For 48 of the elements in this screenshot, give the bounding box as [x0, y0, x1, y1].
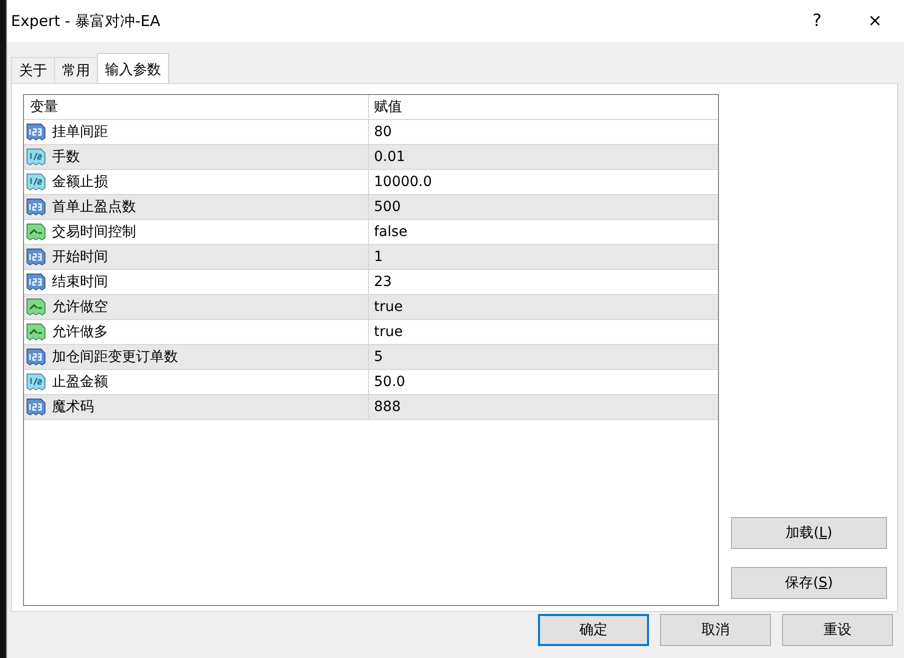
fraction-icon	[26, 148, 46, 166]
save-button[interactable]: 保存(S)	[731, 567, 887, 599]
integer-icon	[26, 398, 46, 416]
variable-name: 允许做空	[52, 298, 108, 316]
fraction-icon	[26, 373, 46, 391]
variable-name: 开始时间	[52, 248, 108, 266]
integer-icon	[26, 198, 46, 216]
variable-value[interactable]: false	[374, 224, 408, 240]
tab[interactable]: 关于	[11, 57, 55, 83]
close-button[interactable]: ×	[846, 0, 904, 42]
variable-name: 首单止盈点数	[52, 198, 136, 216]
variable-name: 结束时间	[52, 273, 108, 291]
fraction-icon	[26, 173, 46, 191]
variable-name: 交易时间控制	[52, 223, 136, 241]
integer-icon	[26, 248, 46, 266]
tab[interactable]: 输入参数	[97, 53, 169, 83]
variable-name: 金额止损	[52, 173, 108, 191]
variable-name: 魔术码	[52, 398, 94, 416]
variable-name: 挂单间距	[52, 123, 108, 141]
variable-value[interactable]: 50.0	[374, 374, 406, 390]
toggle-icon	[26, 298, 46, 316]
variable-value[interactable]: 23	[374, 274, 392, 290]
variable-value[interactable]: 80	[374, 124, 392, 140]
integer-icon	[26, 348, 46, 366]
column-header[interactable]: 赋值	[369, 95, 718, 119]
variable-value[interactable]: 5	[374, 349, 383, 365]
variable-value[interactable]: true	[374, 324, 403, 340]
toggle-icon	[26, 323, 46, 341]
toggle-icon	[26, 223, 46, 241]
variable-name: 手数	[52, 148, 80, 166]
variable-value[interactable]: 10000.0	[374, 174, 432, 190]
help-button[interactable]: ?	[788, 0, 846, 42]
dialog-button[interactable]: 重设	[782, 614, 893, 646]
variable-name: 允许做多	[52, 323, 108, 341]
column-header[interactable]: 变量	[24, 95, 369, 119]
variable-value[interactable]: 0.01	[374, 149, 406, 165]
dialog-button[interactable]: 确定	[538, 614, 649, 646]
variable-value[interactable]: true	[374, 299, 403, 315]
variable-value[interactable]: 1	[374, 249, 383, 265]
window-title: Expert - 暴富对冲-EA	[11, 12, 162, 30]
variable-value[interactable]: 500	[374, 199, 401, 215]
integer-icon	[26, 273, 46, 291]
variable-name: 止盈金额	[52, 373, 108, 391]
load-button[interactable]: 加载(L)	[731, 517, 887, 549]
dialog-button[interactable]: 取消	[660, 614, 771, 646]
integer-icon	[26, 123, 46, 141]
variable-value[interactable]: 888	[374, 399, 401, 415]
variable-name: 加仓间距变更订单数	[52, 348, 178, 366]
